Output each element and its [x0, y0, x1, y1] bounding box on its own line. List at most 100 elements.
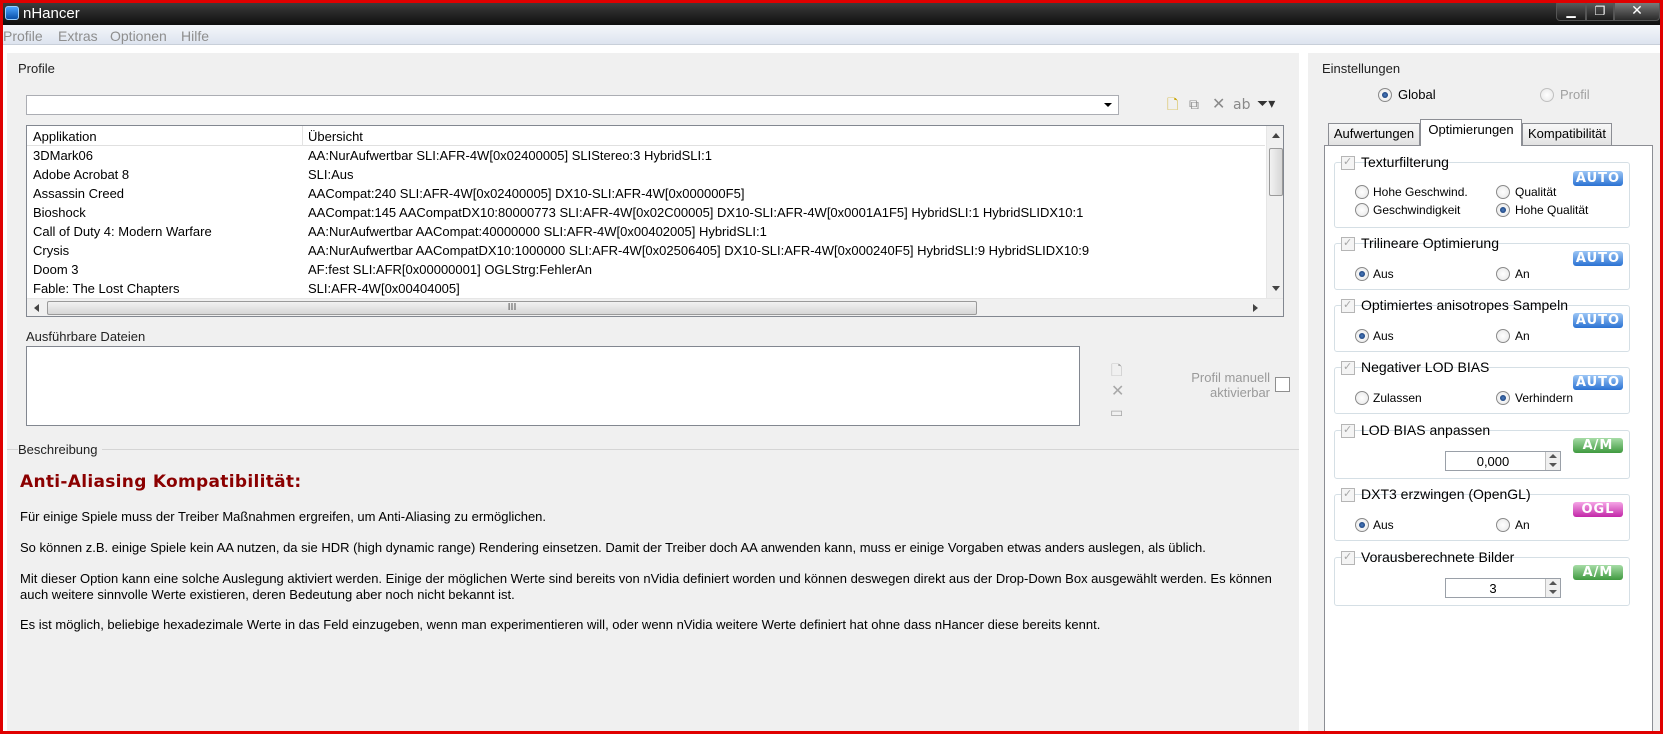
- manual-activation-label: Profil manuell aktivierbar: [1130, 370, 1270, 400]
- scroll-left-icon[interactable]: [34, 304, 39, 312]
- table-row[interactable]: Assassin Creed AACompat:240 SLI:AFR-4W[0x…: [27, 184, 1265, 203]
- lod-bias-spinner[interactable]: 0,000: [1445, 451, 1561, 471]
- menu-extras[interactable]: Extras: [58, 28, 98, 44]
- texture-filtering-checkbox[interactable]: [1341, 155, 1355, 170]
- folder-icon[interactable]: ▭: [1110, 405, 1123, 421]
- add-file-icon[interactable]: 🗋: [1111, 363, 1122, 379]
- column-separator[interactable]: [302, 126, 303, 146]
- spinner-buttons[interactable]: [1545, 579, 1560, 597]
- spin-up-icon[interactable]: [1549, 581, 1557, 585]
- label-aniso-an: An: [1515, 329, 1530, 343]
- cell-overview: AACompat:240 SLI:AFR-4W[0x02400005] DX10…: [308, 186, 745, 201]
- trilinear-checkbox[interactable]: [1341, 236, 1355, 251]
- radio-geschwindigkeit[interactable]: [1355, 203, 1369, 217]
- group-title: Trilineare Optimierung: [1341, 235, 1499, 253]
- radio-dxt3-an[interactable]: [1496, 518, 1510, 532]
- scroll-right-icon[interactable]: [1253, 304, 1258, 312]
- menu-hilfe[interactable]: Hilfe: [181, 28, 209, 44]
- ogl-badge[interactable]: OGL: [1573, 502, 1623, 517]
- radio-aniso-aus[interactable]: [1355, 329, 1369, 343]
- radio-hohe-geschwind[interactable]: [1355, 185, 1369, 199]
- filter-icon[interactable]: ⏷▾: [1257, 96, 1275, 112]
- restore-button[interactable]: ❐: [1586, 3, 1614, 21]
- table-row[interactable]: Fable: The Lost Chapters SLI:AFR-4W[0x004…: [27, 279, 1265, 298]
- am-badge[interactable]: A/M: [1573, 438, 1623, 453]
- description-heading: Anti-Aliasing Kompatibilität:: [20, 472, 302, 492]
- radio-dxt3-aus[interactable]: [1355, 518, 1369, 532]
- table-row[interactable]: 3DMark06 AA:NurAufwertbar SLI:AFR-4W[0x02…: [27, 146, 1265, 165]
- spin-down-icon[interactable]: [1549, 590, 1557, 594]
- spin-up-icon[interactable]: [1549, 454, 1557, 458]
- label-verhindern: Verhindern: [1515, 391, 1574, 405]
- negative-lod-checkbox[interactable]: [1341, 360, 1355, 375]
- label-geschwindigkeit: Geschwindigkeit: [1373, 203, 1461, 217]
- auto-badge[interactable]: AUTO: [1573, 313, 1623, 328]
- horizontal-scroll-thumb[interactable]: III: [47, 301, 977, 315]
- radio-zulassen[interactable]: [1355, 391, 1369, 405]
- spinner-buttons[interactable]: [1545, 452, 1560, 470]
- executables-label: Ausführbare Dateien: [26, 329, 146, 344]
- radio-aniso-an[interactable]: [1496, 329, 1510, 343]
- label-aniso-aus: Aus: [1373, 329, 1394, 343]
- scroll-down-icon[interactable]: [1272, 286, 1280, 291]
- auto-badge[interactable]: AUTO: [1573, 171, 1623, 186]
- radio-hohe-qualitaet[interactable]: [1496, 203, 1510, 217]
- cell-overview: AA:NurAufwertbar SLI:AFR-4W[0x02400005] …: [308, 148, 712, 163]
- lod-bias-checkbox[interactable]: [1341, 423, 1355, 438]
- group-dxt3: DXT3 erzwingen (OpenGL) OGL Aus An: [1334, 486, 1630, 541]
- negative-lod-title: Negativer LOD BIAS: [1361, 359, 1490, 375]
- column-applikation[interactable]: Applikation: [33, 129, 97, 144]
- radio-verhindern[interactable]: [1496, 391, 1510, 405]
- manual-activation-checkbox[interactable]: [1275, 377, 1290, 392]
- rename-profile-icon[interactable]: ab: [1233, 97, 1250, 113]
- radio-qualitaet[interactable]: [1496, 185, 1510, 199]
- radio-trilinear-aus[interactable]: [1355, 267, 1369, 281]
- group-lod-bias-adjust: LOD BIAS anpassen A/M 0,000: [1334, 422, 1630, 479]
- copy-profile-icon[interactable]: ⧉: [1189, 97, 1199, 113]
- auto-badge[interactable]: AUTO: [1573, 375, 1623, 390]
- prerender-value[interactable]: 3: [1446, 581, 1540, 596]
- lod-bias-title: LOD BIAS anpassen: [1361, 422, 1491, 438]
- auto-badge[interactable]: AUTO: [1573, 251, 1623, 266]
- table-row[interactable]: Bioshock AACompat:145 AACompatDX10:800007…: [27, 203, 1265, 222]
- scope-profile-radio[interactable]: [1540, 88, 1554, 102]
- menu-optionen[interactable]: Optionen: [110, 28, 167, 44]
- dxt3-checkbox[interactable]: [1341, 487, 1355, 502]
- group-title: Vorausberechnete Bilder: [1341, 549, 1514, 567]
- description-label: Beschreibung: [18, 442, 102, 457]
- table-row[interactable]: Adobe Acrobat 8 SLI:Aus: [27, 165, 1265, 184]
- anisotropic-checkbox[interactable]: [1341, 298, 1355, 313]
- tab-optimierungen[interactable]: Optimierungen: [1420, 119, 1522, 146]
- executables-list[interactable]: [26, 346, 1080, 426]
- vertical-scroll-thumb[interactable]: [1269, 148, 1283, 196]
- new-profile-icon[interactable]: 🗋: [1167, 97, 1178, 113]
- column-uebersicht[interactable]: Übersicht: [308, 129, 363, 144]
- table-row[interactable]: Doom 3 AF:fest SLI:AFR[0x00000001] OGLStr…: [27, 260, 1265, 279]
- anisotropic-title: Optimiertes anisotropes Sampeln: [1361, 297, 1568, 313]
- vertical-scrollbar[interactable]: [1266, 126, 1283, 298]
- scope-global-radio[interactable]: [1378, 88, 1392, 102]
- spin-down-icon[interactable]: [1549, 463, 1557, 467]
- title-bar[interactable]: nHancer ▁ ❐ ✕: [3, 3, 1660, 25]
- horizontal-scrollbar[interactable]: III: [27, 298, 1283, 316]
- minimize-button[interactable]: ▁: [1556, 3, 1586, 21]
- group-negative-lod-bias: Negativer LOD BIAS AUTO Zulassen Verhind…: [1334, 359, 1630, 414]
- trilinear-title: Trilineare Optimierung: [1361, 235, 1499, 251]
- prerender-spinner[interactable]: 3: [1445, 578, 1561, 598]
- table-row[interactable]: Crysis AA:NurAufwertbar AACompatDX10:1000…: [27, 241, 1265, 260]
- am-badge[interactable]: A/M: [1573, 565, 1623, 580]
- tab-kompatibilitaet[interactable]: Kompatibilität: [1522, 123, 1612, 145]
- prerender-checkbox[interactable]: [1341, 550, 1355, 565]
- menu-profile[interactable]: Profile: [3, 28, 43, 44]
- scroll-up-icon[interactable]: [1272, 133, 1280, 138]
- menu-bar: Profile Extras Optionen Hilfe: [3, 25, 1660, 45]
- radio-trilinear-an[interactable]: [1496, 267, 1510, 281]
- table-row[interactable]: Call of Duty 4: Modern Warfare AA:NurAufw…: [27, 222, 1265, 241]
- label-hohe-geschwind: Hohe Geschwind.: [1373, 185, 1468, 199]
- close-button[interactable]: ✕: [1614, 3, 1660, 21]
- delete-file-icon[interactable]: ✕: [1111, 383, 1124, 399]
- lod-bias-value[interactable]: 0,000: [1446, 454, 1540, 469]
- tab-aufwertungen[interactable]: Aufwertungen: [1328, 123, 1420, 145]
- delete-profile-icon[interactable]: ✕: [1212, 96, 1225, 112]
- profile-combo[interactable]: [26, 95, 1119, 115]
